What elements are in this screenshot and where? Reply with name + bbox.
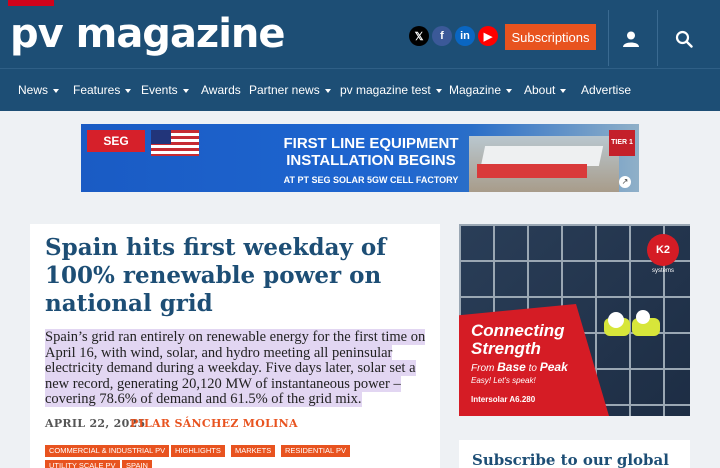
tag-residential-pv[interactable]: RESIDENTIAL PV: [281, 445, 350, 457]
nav-label: Partner news: [249, 83, 320, 97]
ad-tagline: From Base to Peak: [471, 360, 568, 374]
ad-heading: Connecting Strength: [471, 322, 565, 358]
site-header: pv magazine 𝕏 f in ▶ Subscriptions: [0, 0, 720, 68]
site-logo[interactable]: pv magazine: [10, 6, 286, 62]
nav-label: Features: [73, 83, 121, 97]
ad-cta-text: Easy! Let's speak!: [471, 376, 536, 385]
main-nav: News Features Events Awards Partner news…: [0, 68, 720, 111]
k2-logo: K2: [647, 234, 679, 266]
chevron-down-icon: [560, 88, 567, 93]
tag-commercial-industrial-pv[interactable]: COMMERCIAL & INDUSTRIAL PV: [45, 445, 170, 457]
ad-tagline-word: to: [528, 363, 537, 374]
nav-label: News: [18, 83, 49, 97]
x-icon[interactable]: 𝕏: [409, 26, 429, 46]
search-button[interactable]: [662, 22, 706, 56]
banner-headline: FIRST LINE EQUIPMENT INSTALLATION BEGINS: [251, 135, 491, 169]
article-lead: Spain’s grid ran entirely on renewable e…: [45, 329, 430, 408]
nav-label: pv magazine test: [340, 83, 431, 97]
nav-item-advertise[interactable]: Advertise: [581, 69, 631, 111]
nav-item-pv-magazine-test[interactable]: pv magazine test: [340, 69, 442, 111]
subscriptions-button[interactable]: Subscriptions: [505, 24, 596, 50]
nav-item-about[interactable]: About: [524, 69, 567, 111]
ad-heading-line: Strength: [471, 339, 541, 358]
article-title[interactable]: Spain hits first weekday of 100% renewab…: [45, 234, 435, 318]
k2-logo-sub: systems: [651, 268, 674, 274]
nav-item-features[interactable]: Features: [73, 69, 132, 111]
side-ad[interactable]: K2 systems Connecting Strength From Base…: [459, 224, 690, 416]
youtube-icon[interactable]: ▶: [478, 26, 498, 46]
chevron-down-icon: [324, 88, 331, 93]
subscribe-title: Subscribe to our global: [472, 451, 669, 468]
ad-tagline-word: From: [471, 363, 495, 374]
nav-item-awards[interactable]: Awards: [201, 69, 241, 111]
ad-heading-line: Connecting: [471, 321, 565, 340]
chevron-down-icon: [53, 88, 60, 93]
ad-choices-icon[interactable]: ↗: [619, 176, 631, 188]
header-divider: [657, 10, 658, 66]
banner-ad[interactable]: SEG FIRST LINE EQUIPMENT INSTALLATION BE…: [81, 124, 639, 192]
account-button[interactable]: [609, 22, 653, 56]
user-icon: [623, 31, 639, 47]
tag-utility-scale-pv[interactable]: UTILITY SCALE PV: [45, 460, 120, 468]
tag-spain[interactable]: SPAIN: [122, 460, 152, 468]
chevron-down-icon: [506, 88, 513, 93]
chevron-down-icon: [182, 88, 189, 93]
seg-logo: SEG: [87, 130, 145, 152]
subscribe-box: Subscribe to our global: [459, 440, 690, 468]
nav-item-news[interactable]: News: [18, 69, 60, 111]
tag-highlights[interactable]: HIGHLIGHTS: [171, 445, 225, 457]
banner-subline: AT PT SEG SOLAR 5GW CELL FACTORY: [283, 175, 459, 185]
ad-booth-text: Intersolar A6.280: [471, 395, 536, 404]
ad-tagline-word: Peak: [539, 360, 568, 374]
banner-headline-line: INSTALLATION BEGINS: [286, 152, 456, 169]
banner-headline-line: FIRST LINE EQUIPMENT: [283, 135, 459, 152]
nav-item-events[interactable]: Events: [141, 69, 189, 111]
chevron-down-icon: [435, 88, 442, 93]
nav-label: Awards: [201, 83, 241, 97]
factory-image: [469, 136, 619, 192]
nav-item-partner-news[interactable]: Partner news: [249, 69, 331, 111]
nav-label: Magazine: [449, 83, 502, 97]
tag-markets[interactable]: MARKETS: [231, 445, 276, 457]
ad-tagline-word: Base: [497, 360, 526, 374]
workers-image: [604, 308, 664, 338]
tier-badge: TIER 1: [609, 130, 635, 156]
search-icon: [675, 30, 693, 48]
nav-label: About: [524, 83, 556, 97]
nav-label: Advertise: [581, 83, 632, 97]
linkedin-icon[interactable]: in: [455, 26, 475, 46]
article-lead-text: Spain’s grid ran entirely on renewable e…: [45, 329, 426, 407]
nav-item-magazine[interactable]: Magazine: [449, 69, 513, 111]
article-author[interactable]: PILAR SÁNCHEZ MOLINA: [130, 417, 298, 430]
chevron-down-icon: [125, 88, 132, 93]
us-flag-icon: [151, 130, 199, 156]
nav-label: Events: [141, 83, 178, 97]
facebook-icon[interactable]: f: [432, 26, 452, 46]
article-card: Spain hits first weekday of 100% renewab…: [30, 224, 440, 468]
